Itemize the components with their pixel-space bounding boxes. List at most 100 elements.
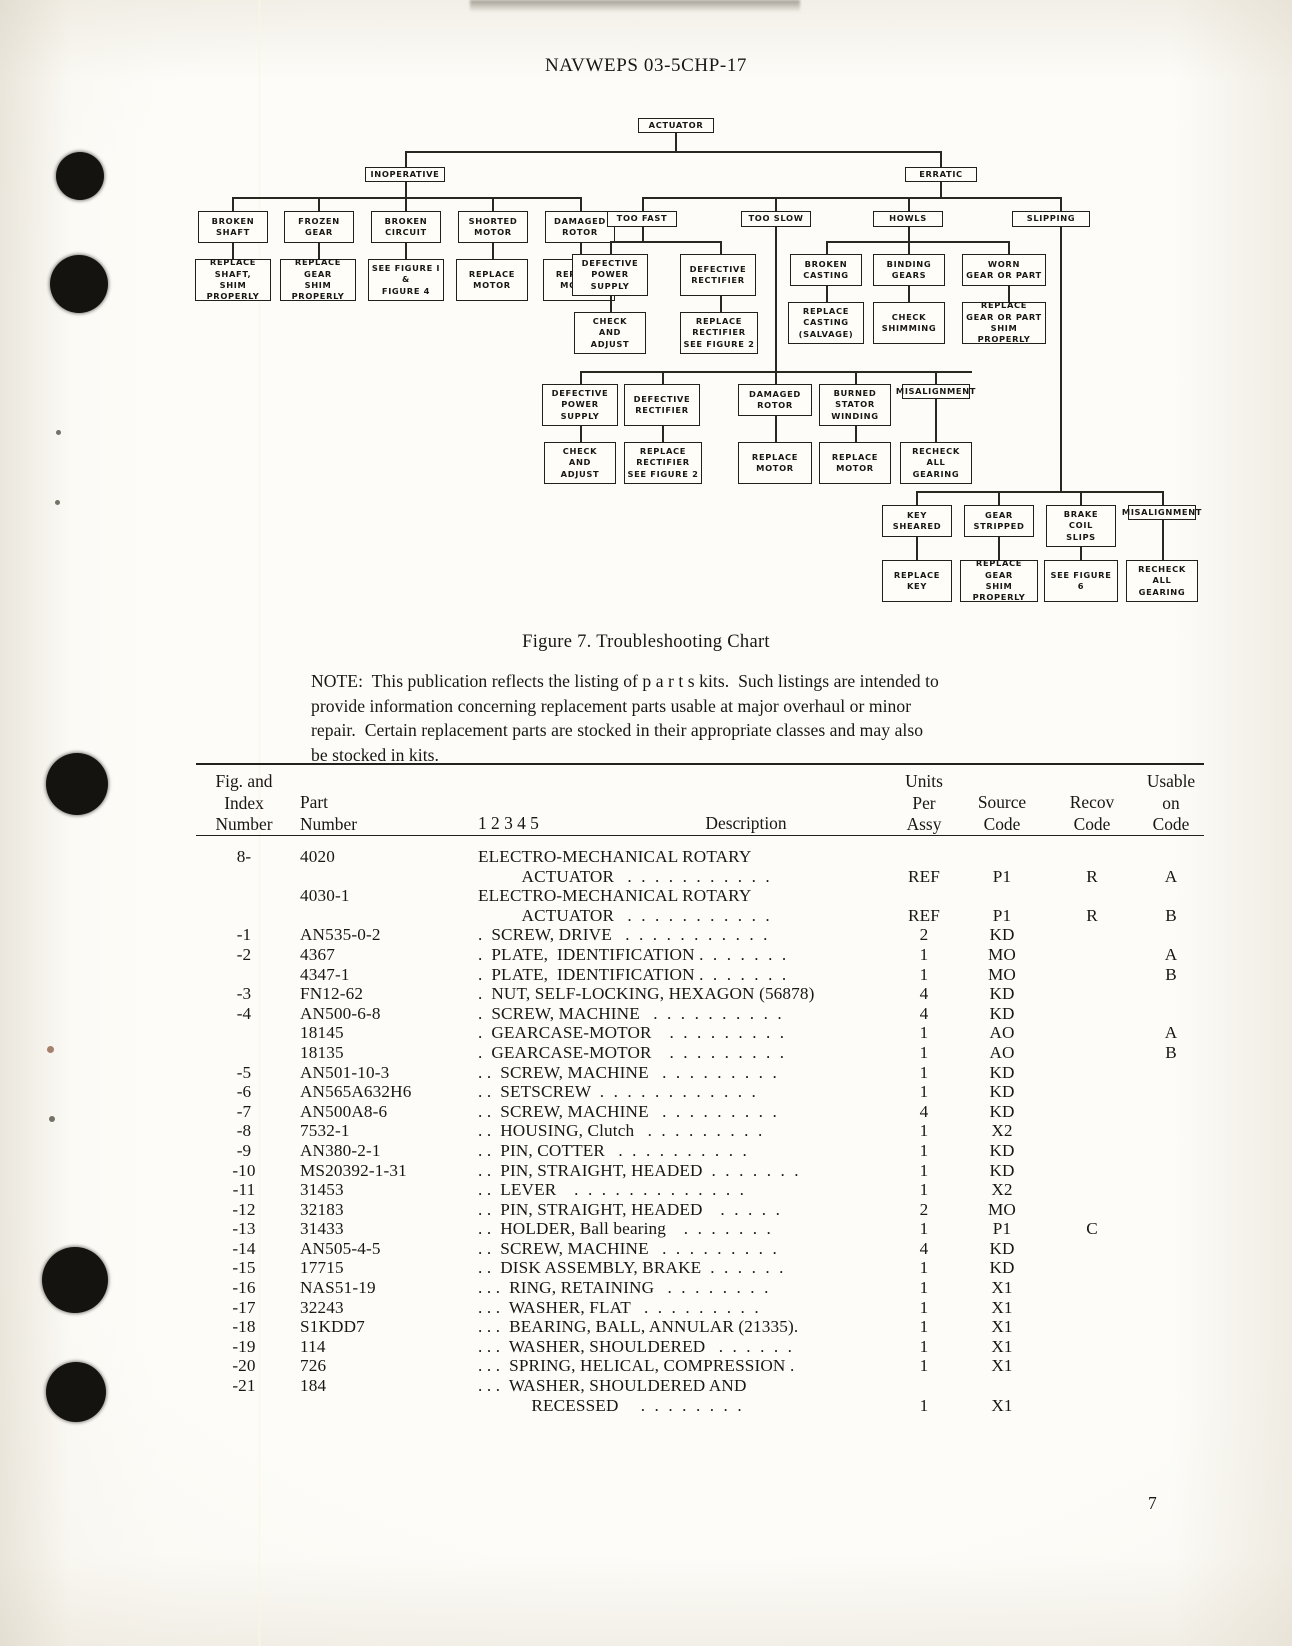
flow-node-shorted-motor: SHORTED MOTOR xyxy=(458,211,528,243)
cell-source-code: X1 xyxy=(991,1395,1013,1415)
flow-node-gear-stripped: GEAR STRIPPED xyxy=(964,505,1034,537)
cell-units-per-assy: 4 xyxy=(919,1238,929,1258)
flow-node-broken-shaft: BROKEN SHAFT xyxy=(198,211,268,243)
flow-node-too-slow: TOO SLOW xyxy=(741,211,811,227)
column-header-recov: Recov Code xyxy=(1069,792,1115,834)
cell-part-number: AN535-0-2 xyxy=(300,925,381,945)
leader-dots: . . . . . . . . xyxy=(640,1395,745,1415)
column-header-index: Fig. and Index Number xyxy=(215,771,273,834)
cell-source-code: KD xyxy=(989,1140,1015,1160)
table-row: -9 AN380-2-1. . PIN, COTTER . . . . . . .… xyxy=(196,1141,1204,1161)
leader-dots: . . . . . . . . . xyxy=(669,1042,787,1062)
flow-connector xyxy=(935,371,937,384)
column-header-source: Source Code xyxy=(977,792,1027,834)
flow-node-replace-rectifier-fast: REPLACE RECTIFIER SEE FIGURE 2 xyxy=(680,312,758,354)
flow-connector xyxy=(998,537,1000,560)
column-header-units: Units Per Assy xyxy=(905,771,943,834)
flow-node-actuator: ACTUATOR xyxy=(638,118,714,133)
cell-units-per-assy: 1 xyxy=(919,1180,929,1200)
cell-index-number: -15 xyxy=(232,1258,256,1278)
column-header-levels: 1 2 3 4 5 xyxy=(478,813,539,833)
scan-speck xyxy=(55,500,60,505)
flow-node-replace-motor-shorted: REPLACE MOTOR xyxy=(456,259,528,301)
cell-index-number: -18 xyxy=(232,1317,256,1337)
cell-units-per-assy: 1 xyxy=(919,1317,929,1337)
flow-node-replace-rectifier-slow: REPLACE RECTIFIER SEE FIGURE 2 xyxy=(624,442,702,484)
table-row: -2 4367. PLATE, IDENTIFICATION . . . . . … xyxy=(196,945,1204,965)
flow-connector xyxy=(492,243,494,259)
cell-part-number: AN500-6-8 xyxy=(300,1003,381,1023)
cell-part-number: AN501-10-3 xyxy=(300,1062,390,1082)
flow-connector xyxy=(580,197,582,211)
cell-source-code: X1 xyxy=(991,1317,1013,1337)
flow-node-binding-gears: BINDING GEARS xyxy=(873,254,945,286)
cell-part-number: 18145 xyxy=(300,1023,344,1043)
leader-dots: . . . . . . . . . . . xyxy=(625,925,771,945)
cell-part-number: 7532-1 xyxy=(300,1121,350,1141)
flow-connector xyxy=(642,197,644,211)
flow-node-broken-circuit: BROKEN CIRCUIT xyxy=(371,211,441,243)
table-row: 4030-1 ELECTRO-MECHANICAL ROTARY xyxy=(196,886,1204,906)
flow-connector xyxy=(1162,520,1164,560)
cell-index-number: -9 xyxy=(236,1140,252,1160)
flow-node-replace-casting: REPLACE CASTING (SALVAGE) xyxy=(788,302,864,344)
troubleshooting-flowchart: ACTUATOR INOPERATIVE ERRATIC BROKEN SHAF… xyxy=(190,118,1220,608)
table-row: RECESSED . . . . . . . . 1 X1 xyxy=(196,1396,1204,1416)
cell-units-per-assy: 4 xyxy=(919,984,929,1004)
flow-node-slipping: SLIPPING xyxy=(1012,211,1090,227)
table-row: 18135. GEARCASE-MOTOR . . . . . . . . .1… xyxy=(196,1043,1204,1063)
flow-node-see-figure-1-4: SEE FIGURE I & FIGURE 4 xyxy=(368,259,444,301)
table-row: -14 AN505-4-5. . SCREW, MACHINE . . . . .… xyxy=(196,1239,1204,1259)
table-row: -12 32183. . PIN, STRAIGHT, HEADED . . . … xyxy=(196,1200,1204,1220)
flow-node-erratic: ERRATIC xyxy=(905,167,977,182)
flow-connector xyxy=(405,151,407,167)
cell-source-code: P1 xyxy=(992,866,1012,886)
flow-node-replace-key: REPLACE KEY xyxy=(882,560,952,602)
flow-connector xyxy=(580,426,582,442)
cell-units-per-assy: 1 xyxy=(919,1219,929,1239)
cell-part-number: 32243 xyxy=(300,1297,344,1317)
cell-units-per-assy: 1 xyxy=(919,1356,929,1376)
cell-source-code: KD xyxy=(989,925,1015,945)
cell-recov-code: C xyxy=(1086,1219,1098,1239)
cell-units-per-assy: 4 xyxy=(919,1101,929,1121)
leader-dots: . . . . . . . . . xyxy=(647,1121,765,1141)
cell-index-number: -10 xyxy=(232,1160,256,1180)
table-row: -7 AN500A8-6. . SCREW, MACHINE . . . . . … xyxy=(196,1102,1204,1122)
leader-dots: . . . . . . . . . . xyxy=(653,1003,785,1023)
flow-connector xyxy=(580,371,582,384)
cell-index-number: -7 xyxy=(236,1101,252,1121)
leader-dots: . . . . . . . . . . . . . xyxy=(574,1180,747,1200)
flow-connector xyxy=(232,197,234,211)
leader-dots: . . . . . . . . . . . xyxy=(627,866,773,886)
flow-connector xyxy=(775,416,777,442)
punch-hole xyxy=(56,152,104,200)
leader-dots: . . . . . . . . . xyxy=(662,1062,780,1082)
cell-index-number: -5 xyxy=(236,1062,252,1082)
document-header: NAVWEPS 03-5CHP-17 xyxy=(544,55,748,76)
flow-connector xyxy=(642,227,644,241)
flow-node-defective-rectifier-slow: DEFECTIVE RECTIFIER xyxy=(624,384,700,426)
note-paragraph: NOTE: This publication reflects the list… xyxy=(311,669,1111,767)
cell-units-per-assy: 1 xyxy=(919,1336,929,1356)
leader-dots: . . . . . . . . . . . . xyxy=(599,1082,759,1102)
cell-part-number: AN565A632H6 xyxy=(300,1082,412,1102)
cell-index-number: -4 xyxy=(236,1003,252,1023)
flow-node-replace-motor-rotor-slow: REPLACE MOTOR xyxy=(738,442,812,484)
cell-description: . . . WASHER, SHOULDERED AND xyxy=(478,1376,747,1396)
scan-smudge xyxy=(470,0,800,12)
cell-units-per-assy: REF xyxy=(908,905,940,925)
cell-source-code: KD xyxy=(989,1160,1015,1180)
flow-connector xyxy=(610,296,612,312)
cell-part-number: 31453 xyxy=(300,1180,344,1200)
table-row: -13 31433. . HOLDER, Ball bearing . . . .… xyxy=(196,1219,1204,1239)
note-line-3: repair. Certain replacement parts are st… xyxy=(311,720,924,741)
leader-dots: . . . . . . . . xyxy=(667,1278,771,1298)
flow-connector xyxy=(935,399,937,442)
cell-part-number: AN505-4-5 xyxy=(300,1238,381,1258)
cell-part-number: FN12-62 xyxy=(300,984,364,1004)
table-row: 8- 4020 ELECTRO-MECHANICAL ROTARY xyxy=(196,847,1204,867)
flow-node-misalignment-slipping: MISALIGNMENT xyxy=(1122,505,1201,520)
table-row: -15 17715. . DISK ASSEMBLY, BRAKE . . . .… xyxy=(196,1258,1204,1278)
cell-index-number: -8 xyxy=(236,1121,252,1141)
